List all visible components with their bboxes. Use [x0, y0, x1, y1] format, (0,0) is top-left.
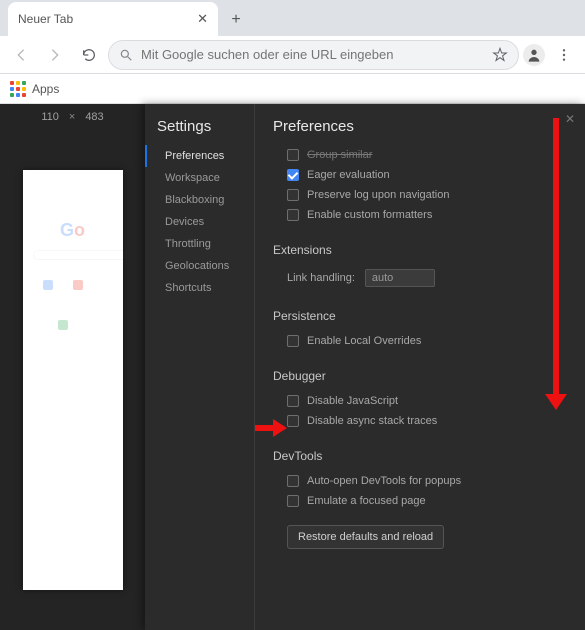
link-handling-select[interactable]: auto	[365, 269, 435, 287]
browser-tab[interactable]: Neuer Tab ✕	[8, 2, 218, 36]
restore-defaults-button[interactable]: Restore defaults and reload	[287, 525, 444, 549]
section-title: DevTools	[273, 449, 567, 463]
tab-strip: Neuer Tab ✕ +	[0, 0, 585, 36]
checkbox-row[interactable]: Emulate a focused page	[273, 491, 567, 511]
page-preview: Go	[23, 170, 123, 590]
checkbox-label: Eager evaluation	[307, 169, 390, 181]
forward-button[interactable]	[40, 40, 70, 70]
checkbox-row[interactable]: Enable Local Overrides	[273, 331, 567, 351]
reload-button[interactable]	[74, 40, 104, 70]
settings-sidebar-item[interactable]: Throttling	[157, 233, 254, 255]
checkbox-row[interactable]: Disable async stack traces	[273, 411, 567, 431]
settings-sidebar-item[interactable]: Shortcuts	[157, 277, 254, 299]
new-tab-button[interactable]: +	[222, 6, 250, 34]
checkbox-label: Enable custom formatters	[307, 209, 432, 221]
apps-icon[interactable]	[10, 81, 26, 97]
section-title: Persistence	[273, 309, 567, 323]
checkbox-row[interactable]: Group similar	[273, 145, 567, 165]
annotation-arrow-right	[255, 423, 287, 433]
device-height[interactable]: 483	[85, 111, 103, 123]
checkbox-icon[interactable]	[287, 415, 299, 427]
settings-sidebar-item[interactable]: Devices	[157, 211, 254, 233]
checkbox-row[interactable]: Preserve log upon navigation	[273, 185, 567, 205]
tab-title: Neuer Tab	[18, 12, 73, 26]
devtools-area: 110 × 483 Go ✕ Settings PreferencesWorks…	[0, 104, 585, 630]
device-dimensions-bar: 110 × 483	[0, 104, 145, 130]
settings-title: Settings	[157, 118, 254, 135]
checkbox-label: Group similar	[307, 149, 372, 161]
checkbox-label: Disable JavaScript	[307, 395, 398, 407]
settings-sidebar-item[interactable]: Geolocations	[157, 255, 254, 277]
checkbox-label: Disable async stack traces	[307, 415, 437, 427]
checkbox-icon[interactable]	[287, 189, 299, 201]
annotation-arrow-down	[553, 118, 559, 398]
bookmarks-bar: Apps	[0, 74, 585, 104]
checkbox-icon[interactable]	[287, 169, 299, 181]
omnibox-input[interactable]	[141, 47, 484, 62]
checkbox-label: Auto-open DevTools for popups	[307, 475, 461, 487]
preview-overlay	[23, 170, 123, 590]
device-width[interactable]: 110	[41, 111, 59, 123]
field-label: Link handling:	[287, 272, 355, 284]
omnibox[interactable]	[108, 40, 519, 70]
checkbox-row[interactable]: Auto-open DevTools for popups	[273, 471, 567, 491]
checkbox-icon[interactable]	[287, 209, 299, 221]
field-row: Link handling: auto	[273, 265, 567, 291]
checkbox-label: Preserve log upon navigation	[307, 189, 449, 201]
section-title: Debugger	[273, 369, 567, 383]
settings-sidebar: Settings PreferencesWorkspaceBlackboxing…	[145, 104, 255, 630]
checkbox-icon[interactable]	[287, 335, 299, 347]
settings-sidebar-item[interactable]: Workspace	[157, 167, 254, 189]
checkbox-icon[interactable]	[287, 495, 299, 507]
checkbox-row[interactable]: Enable custom formatters	[273, 205, 567, 225]
device-preview-column: 110 × 483 Go	[0, 104, 145, 630]
dimension-x-icon: ×	[69, 111, 75, 123]
section-title: Extensions	[273, 243, 567, 257]
checkbox-icon[interactable]	[287, 149, 299, 161]
settings-sidebar-item[interactable]: Preferences	[145, 145, 254, 167]
browser-toolbar	[0, 36, 585, 74]
apps-label[interactable]: Apps	[32, 82, 59, 96]
checkbox-row[interactable]: Disable JavaScript	[273, 391, 567, 411]
settings-content: Preferences Group similar Eager evaluatio…	[255, 104, 585, 630]
checkbox-icon[interactable]	[287, 395, 299, 407]
menu-button[interactable]	[549, 40, 579, 70]
checkbox-icon[interactable]	[287, 475, 299, 487]
profile-avatar[interactable]	[523, 44, 545, 66]
devtools-settings-panel: ✕ Settings PreferencesWorkspaceBlackboxi…	[145, 104, 585, 630]
preferences-heading: Preferences	[273, 118, 567, 135]
checkbox-label: Emulate a focused page	[307, 495, 426, 507]
search-icon	[119, 48, 133, 62]
checkbox-label: Enable Local Overrides	[307, 335, 421, 347]
back-button[interactable]	[6, 40, 36, 70]
star-icon[interactable]	[492, 47, 508, 63]
close-tab-icon[interactable]: ✕	[197, 11, 208, 27]
settings-sidebar-item[interactable]: Blackboxing	[157, 189, 254, 211]
checkbox-row[interactable]: Eager evaluation	[273, 165, 567, 185]
